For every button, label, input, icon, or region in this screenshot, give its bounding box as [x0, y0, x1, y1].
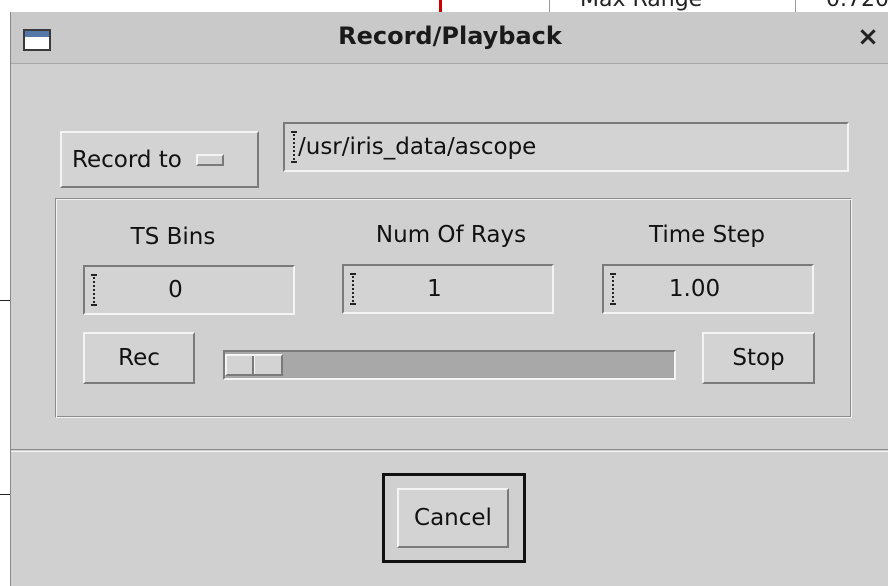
close-icon[interactable]: ×: [855, 22, 881, 52]
record-progress-slider[interactable]: [223, 350, 676, 380]
time-step-value: 1.00: [668, 276, 721, 302]
text-cursor-icon: [91, 274, 97, 306]
text-cursor-icon: [610, 273, 616, 305]
record-path-value: /usr/iris_data/ascope: [298, 134, 537, 160]
num-of-rays-input[interactable]: 1: [342, 264, 554, 314]
screen: Max Range 0.720 Record/Playback × Record…: [0, 0, 888, 586]
time-step-input[interactable]: 1.00: [602, 264, 814, 314]
text-cursor-icon: [291, 131, 297, 163]
rec-button[interactable]: Rec: [83, 332, 195, 384]
cancel-button[interactable]: Cancel: [397, 488, 509, 548]
time-step-label: Time Step: [649, 222, 765, 248]
num-of-rays-label: Num Of Rays: [375, 222, 527, 248]
ts-bins-value: 0: [168, 277, 183, 303]
background-header-text: 0.720: [826, 0, 888, 12]
dialog-content: Record to /usr/iris_data/ascope TS Bins …: [11, 64, 888, 449]
ts-bins-label: TS Bins: [130, 224, 216, 250]
record-to-option-menu[interactable]: Record to: [60, 131, 259, 188]
record-path-input[interactable]: /usr/iris_data/ascope: [283, 122, 849, 172]
title-bar[interactable]: Record/Playback ×: [11, 12, 888, 64]
num-of-rays-value: 1: [427, 276, 442, 302]
ts-bins-input[interactable]: 0: [83, 265, 295, 315]
background-header-text: Max Range: [580, 0, 702, 12]
slider-thumb[interactable]: [225, 354, 283, 376]
background-line: [0, 494, 10, 495]
text-cursor-icon: [350, 273, 356, 305]
record-playback-dialog: Record/Playback × Record to /usr/iris_da…: [10, 12, 888, 586]
dialog-title: Record/Playback: [338, 22, 562, 50]
option-menu-indicator-icon: [195, 153, 224, 166]
record-to-label: Record to: [72, 146, 182, 173]
stop-button[interactable]: Stop: [702, 332, 815, 384]
background-line: [0, 300, 10, 301]
